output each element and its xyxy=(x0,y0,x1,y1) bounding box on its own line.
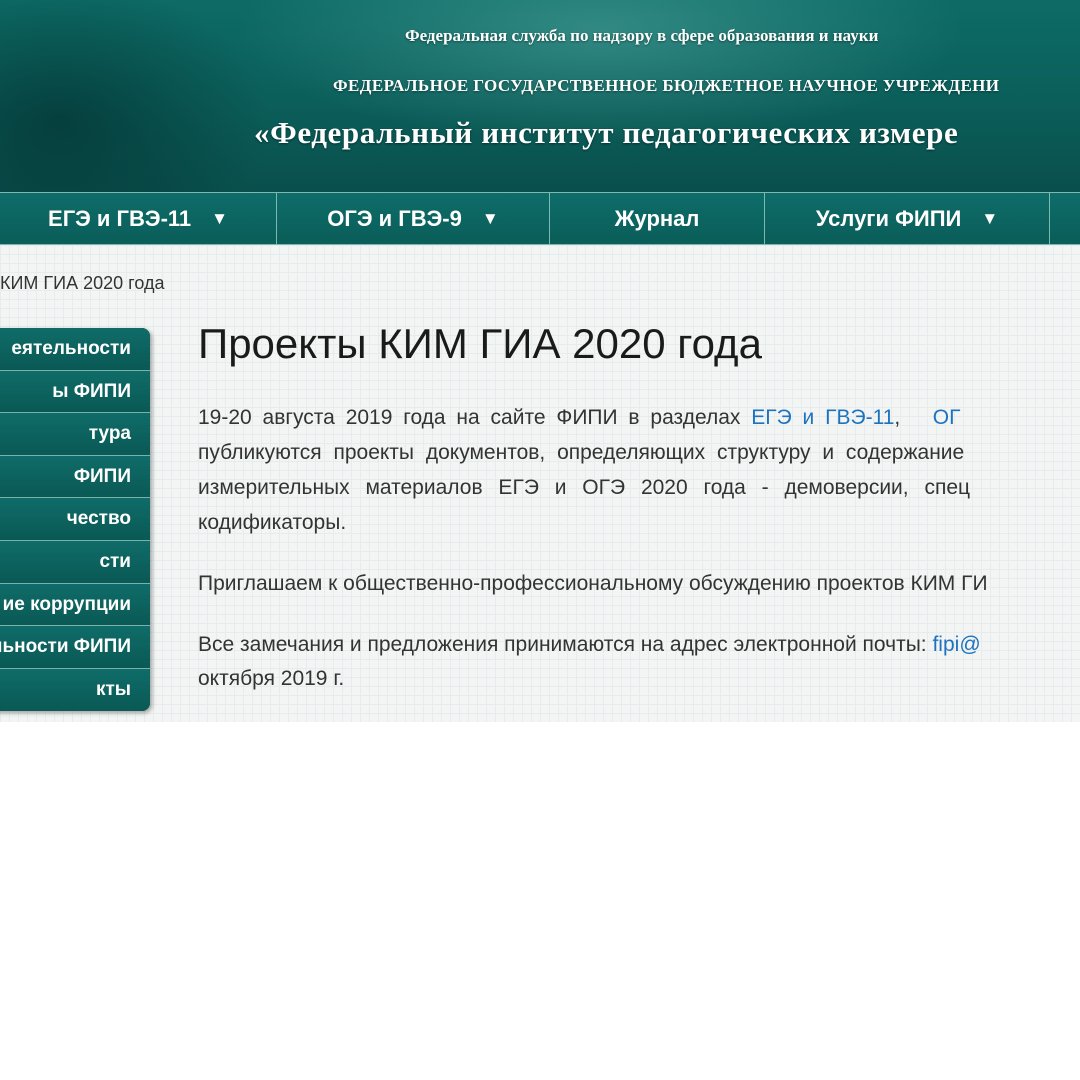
nav-item-more[interactable] xyxy=(1050,193,1080,244)
caret-down-icon: ▼ xyxy=(981,209,999,228)
content-area: КИМ ГИА 2020 года еятельности ы ФИПИ тур… xyxy=(0,245,1080,722)
contact-line-2: октября 2019 г. xyxy=(198,667,345,690)
header-institution-name[interactable]: «Федеральный институт педагогических изм… xyxy=(254,115,958,151)
sidebar-item-activity[interactable]: еятельности xyxy=(0,328,150,371)
intro-line-1: 19-20 августа 2019 года на сайте ФИПИ в … xyxy=(198,400,1080,435)
nav-item-oge[interactable]: ОГЭ и ГВЭ-9 ▼ xyxy=(277,193,550,244)
main-navigation: ЕГЭ и ГВЭ-11 ▼ ОГЭ и ГВЭ-9 ▼ Журнал Услуги… xyxy=(0,192,1080,245)
contact-text: Все замечания и предложения принимаются … xyxy=(198,633,927,656)
sidebar-item-fipi-structure[interactable]: ы ФИПИ xyxy=(0,370,150,414)
sidebar-item-structure[interactable]: тура xyxy=(0,413,150,456)
header-agency-line: Федеральная служба по надзору в сфере об… xyxy=(405,26,879,45)
email-link[interactable]: fipi@ xyxy=(932,633,980,656)
contact-paragraph: Все замечания и предложения принимаются … xyxy=(198,628,1080,696)
sidebar-item-contacts[interactable]: кты xyxy=(0,668,150,712)
nav-item-label: ОГЭ и ГВЭ-9 xyxy=(327,206,462,231)
breadcrumb-current: КИМ ГИА 2020 года xyxy=(0,273,165,293)
link-ege-gve-11[interactable]: ЕГЭ и ГВЭ-11 xyxy=(751,406,894,429)
sidebar-item-news[interactable]: сти xyxy=(0,540,150,584)
sidebar-item-fipi[interactable]: ФИПИ xyxy=(0,455,150,499)
page-title: Проекты КИМ ГИА 2020 года xyxy=(198,320,762,367)
intro-line-4: кодификаторы. xyxy=(198,511,347,534)
breadcrumb: КИМ ГИА 2020 года xyxy=(0,273,164,294)
nav-item-ege[interactable]: ЕГЭ и ГВЭ-11 ▼ xyxy=(0,193,277,244)
intro-text: 19-20 августа 2019 года на сайте ФИПИ в … xyxy=(198,406,741,429)
caret-down-icon: ▼ xyxy=(211,209,228,228)
sidebar-item-anti-corruption[interactable]: ие коррупции xyxy=(0,583,150,627)
sidebar-item-cooperation[interactable]: чество xyxy=(0,498,150,541)
intro-paragraph: 19-20 августа 2019 года на сайте ФИПИ в … xyxy=(198,400,1080,540)
sidebar-menu: еятельности ы ФИПИ тура ФИПИ чество сти … xyxy=(0,328,150,712)
sidebar-item-fipi-activity[interactable]: льности ФИПИ xyxy=(0,626,150,669)
caret-down-icon: ▼ xyxy=(481,209,499,228)
header-institution-type: ФЕДЕРАЛЬНОЕ ГОСУДАРСТВЕННОЕ БЮДЖЕТНОЕ НА… xyxy=(333,76,1000,95)
nav-item-journal[interactable]: Журнал xyxy=(550,193,765,244)
nav-item-services[interactable]: Услуги ФИПИ ▼ xyxy=(765,193,1050,244)
separator-text: , xyxy=(894,406,901,429)
link-oge[interactable]: ОГ xyxy=(933,406,961,429)
nav-item-label: ЕГЭ и ГВЭ-11 xyxy=(48,206,192,231)
invitation-paragraph: Приглашаем к общественно-профессионально… xyxy=(198,572,988,595)
intro-line-3: измерительных материалов ЕГЭ и ОГЭ 2020 … xyxy=(198,476,971,499)
nav-item-label: Журнал xyxy=(614,206,700,231)
contact-line-1: Все замечания и предложения принимаются … xyxy=(198,628,1080,662)
intro-line-2: публикуются проекты документов, определя… xyxy=(198,441,965,464)
site-header: Федеральная служба по надзору в сфере об… xyxy=(0,0,1080,192)
nav-item-label: Услуги ФИПИ xyxy=(815,206,962,231)
